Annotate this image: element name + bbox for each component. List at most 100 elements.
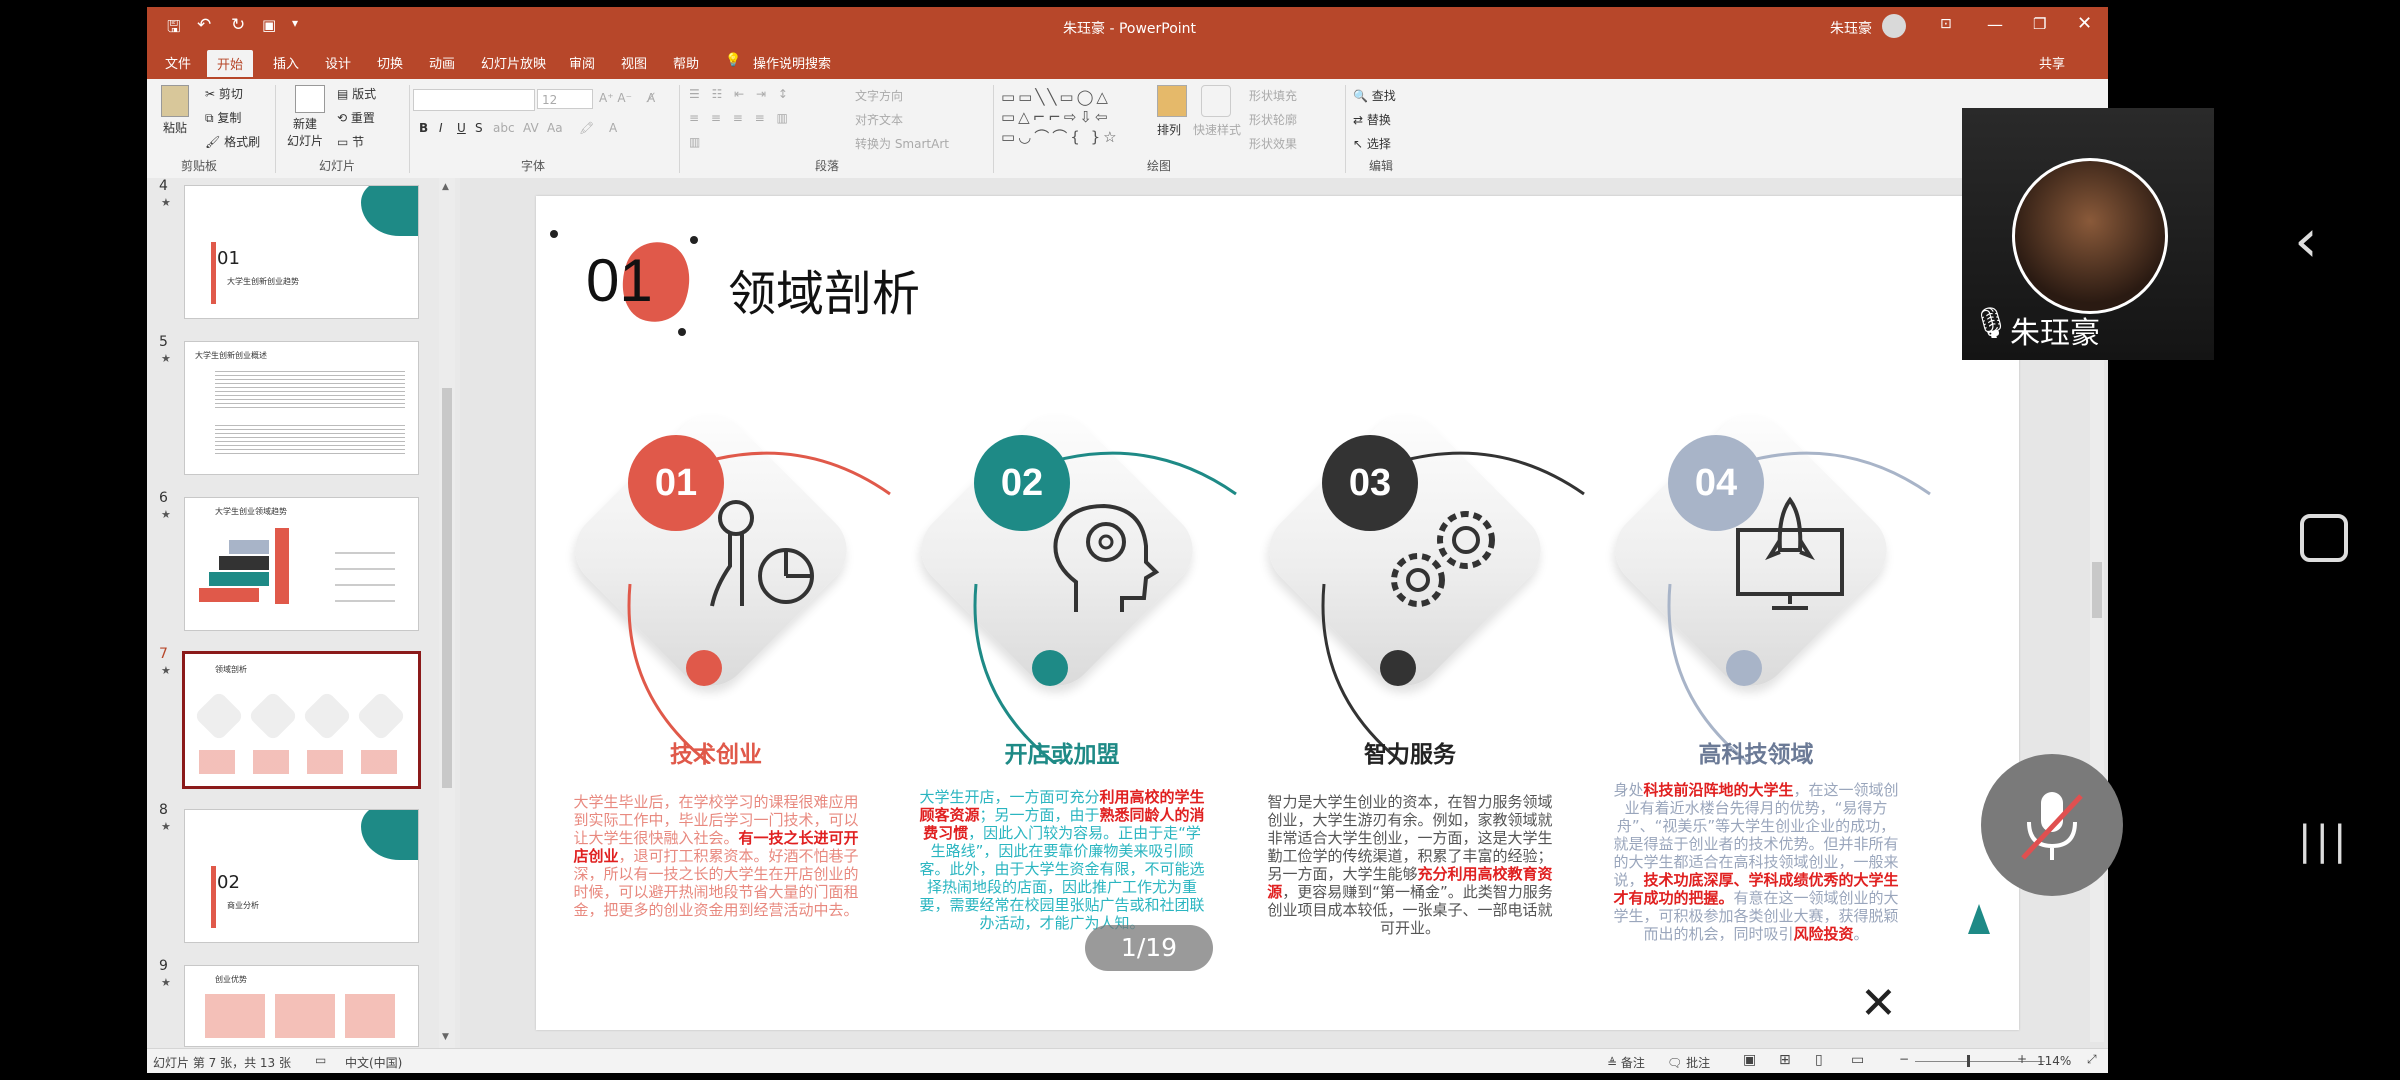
arrange-icon[interactable] [1157,85,1187,117]
scroll-down-icon[interactable]: ▼ [442,1032,449,1042]
back-icon[interactable]: ‹ [2294,206,2318,276]
body-text: 大学生开店，一方面可充分 [919,788,1100,806]
change-case-button[interactable]: Aa [547,121,563,135]
animation-star-icon: ★ [161,664,171,677]
quick-styles-button[interactable]: 快速样式 [1193,121,1241,138]
scroll-up-icon[interactable]: ▲ [442,182,449,192]
thumb-number: 5 [159,334,168,350]
minimize-icon[interactable]: — [1987,15,2003,34]
home-icon[interactable] [2300,514,2348,562]
share-button[interactable]: 共享 [2039,53,2065,72]
columns-button[interactable]: ▥ [689,135,704,149]
mute-mic-button[interactable] [1981,754,2123,896]
reset-button[interactable]: ⟲ 重置 [337,109,375,126]
shape-outline-button[interactable]: 形状轮廓 [1249,111,1297,128]
recents-icon[interactable]: ||| [2298,818,2350,864]
customize-toolbar-icon[interactable]: ▾ [292,16,298,30]
font-name-select[interactable] [413,89,535,111]
clear-format-icon[interactable]: A̸ [647,91,655,105]
language-indicator[interactable]: 中文(中国) [345,1054,402,1071]
shapes-gallery[interactable]: ▭▭╲╲▭◯△ ▭△⌐⌐⇨⇩⇦ ▭◡⌒⌒{ }☆ [1001,87,1141,147]
scrollbar-thumb[interactable] [442,388,452,788]
tell-me-search[interactable]: 操作说明搜索 [753,53,831,72]
tab-file[interactable]: 文件 [165,53,191,72]
card-title: 开店或加盟 [1004,742,1120,768]
zoom-out-icon[interactable]: − [1899,1052,1909,1066]
notes-button[interactable]: ≜ 备注 [1607,1054,1645,1071]
format-painter-button[interactable]: 🖌 格式刷 [205,133,260,150]
thumb-big-number: 02 [217,872,240,893]
align-buttons[interactable]: ≡ ≡ ≡ ≡ ▥ [689,111,792,125]
paste-button[interactable]: 粘贴 [163,119,187,136]
scrollbar-thumb[interactable] [2092,562,2102,618]
highlight-button[interactable]: 🖍 [579,121,594,135]
save-icon[interactable]: 🖫 [167,16,181,43]
shape-fill-button[interactable]: 形状填充 [1249,87,1297,104]
char-spacing-button[interactable]: AV [523,121,539,135]
thumbnail-scrollbar[interactable]: ▲ ▼ [439,178,455,1048]
mic-icon: 🎙 [1972,306,2011,341]
zoom-slider-thumb[interactable] [1967,1055,1970,1067]
user-avatar[interactable] [1882,14,1906,38]
slide-sorter-icon[interactable]: ⊞ [1779,1052,1791,1068]
restore-icon[interactable]: ❐ [2033,15,2046,33]
text-direction-button[interactable]: 文字方向 [855,87,903,104]
normal-view-icon[interactable]: ▣ [1743,1052,1756,1068]
thumb-slide-4[interactable]: 01 大学生创新创业趋势 [184,185,419,319]
window-title: 朱珏豪 - PowerPoint [1063,21,1197,37]
thumb-slide-5[interactable]: 大学生创新创业概述 [184,341,419,475]
shadow-button[interactable]: S [475,121,483,135]
list-buttons[interactable]: ☰ ☷ ⇤ ⇥ ↕ [689,87,792,101]
font-grow-icon[interactable]: A⁺ A⁻ [599,91,632,105]
thumb-slide-8[interactable]: 02 商业分析 [184,809,419,943]
tab-insert[interactable]: 插入 [273,53,299,72]
thumb-slide-6[interactable]: 大学生创业领域趋势 [184,497,419,631]
tab-slideshow[interactable]: 幻灯片放映 [481,53,546,72]
smartart-button[interactable]: 转换为 SmartArt [855,135,949,152]
reading-view-icon[interactable]: ▯ [1815,1052,1823,1068]
new-slide-button[interactable]: 新建 幻灯片 [287,115,323,149]
thumb-slide-7-selected[interactable]: 领域剖析 [182,651,421,789]
layout-button[interactable]: ▤ 版式 [337,85,376,102]
font-size-select[interactable]: 12 [537,89,593,109]
video-tile[interactable]: 🎙 朱珏豪 [1962,108,2214,360]
strikethrough-button[interactable]: abc [493,121,515,135]
undo-icon[interactable]: ↶ [197,15,211,35]
tab-review[interactable]: 审阅 [569,53,595,72]
bold-button[interactable]: B [419,121,428,135]
zoom-level[interactable]: 114% [2037,1054,2071,1068]
new-slide-icon[interactable] [295,85,325,113]
close-icon[interactable]: ✕ [2077,13,2092,34]
font-color-button[interactable]: A [609,121,617,135]
tab-help[interactable]: 帮助 [673,53,699,72]
copy-button[interactable]: ⧉ 复制 [205,109,241,126]
redo-icon[interactable]: ↻ [231,15,245,35]
paste-icon[interactable] [161,85,189,117]
find-button[interactable]: 🔍 查找 [1353,87,1396,104]
replace-button[interactable]: ⇄ 替换 [1353,111,1391,128]
zoom-in-icon[interactable]: + [2017,1052,2027,1066]
italic-button[interactable]: I [439,121,443,135]
comments-button[interactable]: 🗨 批注 [1667,1054,1710,1071]
tab-transitions[interactable]: 切换 [377,53,403,72]
tab-home[interactable]: 开始 [207,50,254,77]
spellcheck-icon[interactable]: ▭ [315,1053,326,1067]
section-button[interactable]: ▭ 节 [337,133,364,150]
slide-title: 领域剖析 [728,266,921,322]
tab-design[interactable]: 设计 [325,53,351,72]
quick-styles-icon[interactable] [1201,85,1231,117]
select-button[interactable]: ↖ 选择 [1353,135,1391,152]
underline-button[interactable]: U [457,121,466,135]
slideshow-view-icon[interactable]: ▭ [1851,1052,1864,1068]
shape-effects-button[interactable]: 形状效果 [1249,135,1297,152]
ribbon-display-icon[interactable]: ⊡ [1940,16,1952,32]
thumb-slide-9[interactable]: 创业优势 [184,965,419,1047]
arrange-button[interactable]: 排列 [1157,121,1181,138]
fit-slide-icon[interactable]: ⤢ [2087,1052,2097,1067]
slide-canvas[interactable]: 01 领域剖析 01 技术创业 大学生毕业后，在学校学习的课程很难应用到实际工作… [536,196,2019,1030]
tab-animations[interactable]: 动画 [429,53,455,72]
cut-button[interactable]: ✂ 剪切 [205,85,243,102]
tab-view[interactable]: 视图 [621,53,647,72]
align-text-button[interactable]: 对齐文本 [855,111,903,128]
start-slideshow-icon[interactable]: ▣ [262,16,276,34]
